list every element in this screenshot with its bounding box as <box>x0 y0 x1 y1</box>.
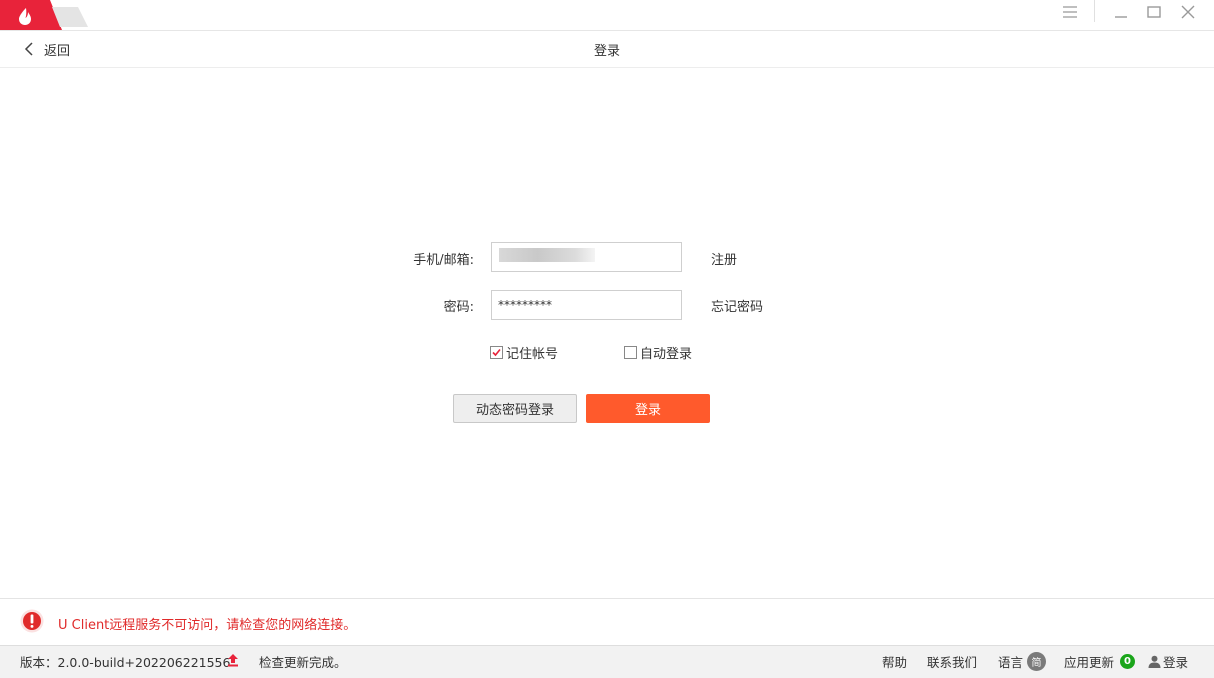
title-bar <box>0 0 1214 31</box>
register-link[interactable]: 注册 <box>711 249 737 268</box>
update-status-text: 检查更新完成。 <box>259 655 347 670</box>
user-icon <box>1148 655 1161 668</box>
remember-account-checkbox[interactable]: 记住帐号 <box>490 343 558 362</box>
app-update-link[interactable]: 应用更新 0 <box>1064 652 1136 671</box>
close-icon[interactable] <box>1178 0 1198 24</box>
maximize-icon[interactable] <box>1144 0 1164 24</box>
help-link[interactable]: 帮助 <box>882 652 907 671</box>
account-label: 手机/邮箱: <box>413 253 474 268</box>
new-tab[interactable] <box>52 7 88 27</box>
dynamic-password-login-button[interactable]: 动态密码登录 <box>453 394 577 423</box>
checkbox-box[interactable] <box>624 346 637 359</box>
check-icon <box>492 348 501 357</box>
language-label: 语言 <box>998 655 1024 670</box>
language-badge: 简 <box>1027 651 1047 671</box>
error-message: U Client远程服务不可访问，请检查您的网络连接。 <box>58 618 357 633</box>
auto-login-checkbox[interactable]: 自动登录 <box>624 343 692 362</box>
contact-us-link[interactable]: 联系我们 <box>927 652 977 671</box>
password-label: 密码: <box>443 300 474 315</box>
auto-login-label: 自动登录 <box>640 347 693 362</box>
checkbox-box[interactable] <box>490 346 503 359</box>
upload-arrow-icon[interactable] <box>227 654 239 667</box>
password-input[interactable] <box>492 291 681 319</box>
status-login-label: 登录 <box>1163 655 1189 670</box>
menu-icon[interactable] <box>1060 0 1080 24</box>
minimize-icon[interactable] <box>1111 0 1131 24</box>
error-icon <box>20 609 44 633</box>
login-button[interactable]: 登录 <box>586 394 710 423</box>
status-login-link[interactable]: 登录 <box>1148 652 1188 671</box>
password-field[interactable] <box>491 290 682 320</box>
update-count-badge: 0 <box>1120 654 1136 669</box>
titlebar-divider <box>1094 0 1095 22</box>
masked-account-value <box>499 248 595 262</box>
page-title: 登录 <box>593 44 620 59</box>
language-selector[interactable]: 语言 简 <box>998 651 1047 671</box>
version-text: 版本：2.0.0-build+202206221556 <box>20 655 231 670</box>
forgot-password-link[interactable]: 忘记密码 <box>711 296 763 315</box>
app-update-label: 应用更新 <box>1064 655 1115 670</box>
remember-account-label: 记住帐号 <box>506 347 559 362</box>
